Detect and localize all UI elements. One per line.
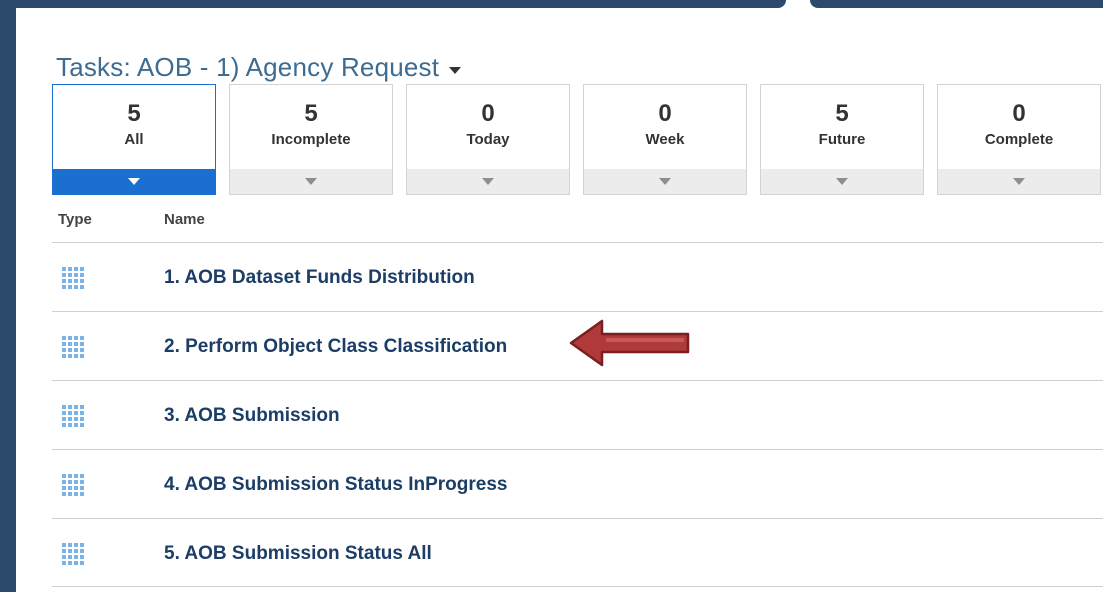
tile-label: Week — [645, 131, 685, 148]
grid-icon — [62, 474, 84, 496]
tile-count: 5 — [127, 100, 141, 127]
task-row[interactable]: 4. AOB Submission Status InProgress — [52, 449, 1103, 518]
tile-expand-bar[interactable] — [761, 169, 923, 194]
task-name-link[interactable]: 2. Perform Object Class Classification — [164, 336, 507, 358]
tile-label: Today — [466, 131, 510, 148]
left-frame-bar — [0, 0, 16, 592]
tile-count: 0 — [658, 100, 672, 127]
triangle-down-icon — [836, 178, 848, 185]
tile-label: Incomplete — [271, 131, 351, 148]
tile-count: 5 — [304, 100, 318, 127]
triangle-down-icon — [659, 178, 671, 185]
caret-down-icon[interactable] — [449, 66, 462, 74]
tile-expand-bar[interactable] — [407, 169, 569, 194]
tile-count: 0 — [1012, 100, 1026, 127]
tile-today[interactable]: 0 Today — [406, 84, 570, 195]
task-name-link[interactable]: 5. AOB Submission Status All — [164, 543, 432, 565]
task-list: 1. AOB Dataset Funds Distribution 2. Per… — [52, 242, 1103, 587]
column-header-type[interactable]: Type — [58, 211, 92, 228]
task-name-link[interactable]: 1. AOB Dataset Funds Distribution — [164, 267, 475, 289]
filter-tiles: 5 All 5 Incomplete 0 Today 0 Week 5 Futu… — [52, 84, 1103, 195]
top-frame-bar-right — [810, 0, 1103, 8]
triangle-down-icon — [482, 178, 494, 185]
left-arrow-icon — [569, 319, 690, 367]
grid-icon — [62, 543, 84, 565]
triangle-down-icon — [128, 178, 140, 185]
top-frame-bar — [16, 0, 786, 8]
grid-icon — [62, 405, 84, 427]
tile-label: Complete — [984, 131, 1054, 148]
tile-label: Future — [818, 131, 866, 148]
triangle-down-icon — [1013, 178, 1025, 185]
task-name-link[interactable]: 3. AOB Submission — [164, 405, 340, 427]
triangle-down-icon — [305, 178, 317, 185]
task-name-link[interactable]: 4. AOB Submission Status InProgress — [164, 474, 507, 496]
tile-label: All — [124, 131, 144, 148]
task-row[interactable]: 5. AOB Submission Status All — [52, 518, 1103, 587]
grid-icon — [62, 267, 84, 289]
tile-complete[interactable]: 0 Complete — [937, 84, 1101, 195]
tile-expand-bar[interactable] — [584, 169, 746, 194]
task-row[interactable]: 1. AOB Dataset Funds Distribution — [52, 242, 1103, 311]
page-title: Tasks: AOB - 1) Agency Request — [56, 51, 440, 82]
tile-week[interactable]: 0 Week — [583, 84, 747, 195]
task-row[interactable]: 3. AOB Submission — [52, 380, 1103, 449]
tile-count: 0 — [481, 100, 495, 127]
tile-all[interactable]: 5 All — [52, 84, 216, 195]
column-header-name[interactable]: Name — [164, 211, 205, 228]
tile-expand-bar[interactable] — [53, 169, 215, 194]
tile-count: 5 — [835, 100, 849, 127]
tile-expand-bar[interactable] — [230, 169, 392, 194]
tile-future[interactable]: 5 Future — [760, 84, 924, 195]
tasks-title-dropdown[interactable]: Tasks: AOB - 1) Agency Request — [56, 50, 462, 84]
grid-icon — [62, 336, 84, 358]
tile-expand-bar[interactable] — [938, 169, 1100, 194]
tile-incomplete[interactable]: 5 Incomplete — [229, 84, 393, 195]
